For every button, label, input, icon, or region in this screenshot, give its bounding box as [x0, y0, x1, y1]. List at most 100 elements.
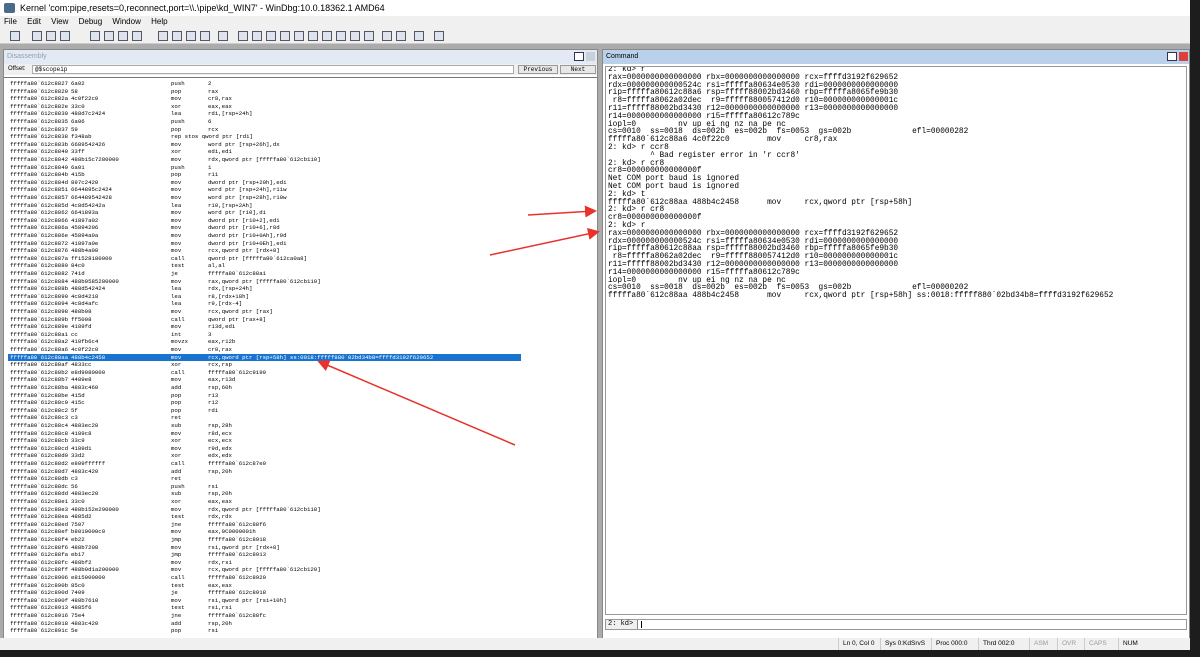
disassembly-row[interactable]: fffffa80`612c883b 6689542426 mov word ptr […: [4, 141, 597, 149]
disassembly-row[interactable]: fffffa80`612c890b 85c0 test eax,eax: [4, 582, 597, 590]
disassembly-row[interactable]: fffffa80`612c88c0 415c pop r12: [4, 399, 597, 407]
disassembly-row[interactable]: fffffa80`612c88c3 c3 ret: [4, 414, 597, 422]
disassembly-row[interactable]: fffffa80`612c8837 59 pop rcx: [4, 126, 597, 134]
toolbar-button-icon[interactable]: [294, 31, 304, 41]
disassembly-row[interactable]: fffffa80`612c88b7 4489e8 mov eax,r13d: [4, 376, 597, 384]
disassembly-row[interactable]: fffffa80`612c88fa eb17 jmp fffffa80`612c891…: [4, 551, 597, 559]
menu-help[interactable]: Help: [147, 16, 171, 28]
disassembly-row[interactable]: fffffa80`612c88af 4833cc xor rcx,rsp: [4, 361, 597, 369]
dock-icon[interactable]: [1167, 52, 1177, 61]
toolbar-button-icon[interactable]: [60, 31, 70, 41]
disassembly-row[interactable]: fffffa80`612c88a6 4c0f22c0 mov cr8,rax: [4, 346, 597, 354]
disassembly-row[interactable]: fffffa80`612c88ef b8010000c0 mov eax,0C0000…: [4, 528, 597, 536]
disassembly-row[interactable]: fffffa80`612c88ed 7507 jne fffffa80`612c88f…: [4, 521, 597, 529]
disassembly-row[interactable]: fffffa80`612c8857 664489542428 mov word ptr…: [4, 194, 597, 202]
disassembly-row[interactable]: fffffa80`612c8827 6a02 push 2: [4, 80, 597, 88]
disassembly-row[interactable]: fffffa80`612c88f6 488b7208 mov rsi,qword pt…: [4, 544, 597, 552]
disassembly-row[interactable]: fffffa80`612c88d7 4883c420 add rsp,20h: [4, 468, 597, 476]
disassembly-row[interactable]: fffffa80`612c88d2 e809ffffff call fffffa80`…: [4, 460, 597, 468]
disassembly-row[interactable]: fffffa80`612c88b2 e8d9080000 call fffffa80`…: [4, 369, 597, 377]
toolbar-button-icon[interactable]: [322, 31, 332, 41]
disassembly-row[interactable]: fffffa80`612c8849 6a01 push 1: [4, 164, 597, 172]
disassembly-row[interactable]: fffffa80`612c88db c3 ret: [4, 475, 597, 483]
toolbar-button-icon[interactable]: [90, 31, 100, 41]
close-icon[interactable]: [1179, 52, 1188, 61]
toolbar-button-icon[interactable]: [172, 31, 182, 41]
toolbar-button-icon[interactable]: [158, 31, 168, 41]
toolbar-button-icon[interactable]: [336, 31, 346, 41]
disassembly-row[interactable]: fffffa80`612c886a 45894206 mov dword ptr [r…: [4, 224, 597, 232]
disassembly-row[interactable]: fffffa80`612c882a 4c0f22c0 mov cr8,rax: [4, 95, 597, 103]
toolbar-button-icon[interactable]: [266, 31, 276, 41]
toolbar-button-icon[interactable]: [118, 31, 128, 41]
disassembly-row[interactable]: fffffa80`612c8884 488b0585280000 mov rax,qw…: [4, 278, 597, 286]
disassembly-row[interactable]: fffffa80`612c88c4 4883ec28 sub rsp,28h: [4, 422, 597, 430]
toolbar-button-icon[interactable]: [238, 31, 248, 41]
menu-debug[interactable]: Debug: [75, 16, 107, 28]
command-input[interactable]: 2: kd>: [605, 619, 1187, 630]
disassembly-row[interactable]: fffffa80`612c8894 4c8d4afc lea r9,[rdx-4]: [4, 300, 597, 308]
disassembly-row[interactable]: fffffa80`612c88c2 5f pop rdi: [4, 407, 597, 415]
disassembly-row[interactable]: fffffa80`612c88cd 4189d1 mov r9d,edx: [4, 445, 597, 453]
toolbar-button-icon[interactable]: [46, 31, 56, 41]
disassembly-row[interactable]: fffffa80`612c88dd 4883ec20 sub rsp,20h: [4, 490, 597, 498]
disassembly-row[interactable]: fffffa80`612c887a ff1528180000 call qword p…: [4, 255, 597, 263]
disassembly-row[interactable]: fffffa80`612c8835 6a06 push 6: [4, 118, 597, 126]
toolbar-button-icon[interactable]: [186, 31, 196, 41]
disassembly-row[interactable]: fffffa80`612c885d 4c8d54242a lea r10,[rsp+2…: [4, 202, 597, 210]
toolbar-button-icon[interactable]: [32, 31, 42, 41]
disassembly-row[interactable]: fffffa80`612c88f4 eb22 jmp fffffa80`612c891…: [4, 536, 597, 544]
disassembly-row[interactable]: fffffa80`612c88a1 cc int 3: [4, 331, 597, 339]
disassembly-row[interactable]: fffffa80`612c884b 415b pop r11: [4, 171, 597, 179]
disassembly-list[interactable]: fffffa80`612c8827 6a02 push 2 fffffa80`612c8…: [4, 77, 597, 639]
disassembly-row[interactable]: fffffa80`612c8872 41897a0e mov dword ptr [r…: [4, 240, 597, 248]
disassembly-row[interactable]: fffffa80`612c884d 897c2420 mov dword ptr [r…: [4, 179, 597, 187]
dock-icon[interactable]: [574, 52, 584, 61]
toolbar-button-icon[interactable]: [10, 31, 20, 41]
toolbar-button-icon[interactable]: [350, 31, 360, 41]
toolbar-button-icon[interactable]: [308, 31, 318, 41]
disassembly-row[interactable]: fffffa80`612c889b ff5008 call qword ptr [ra…: [4, 316, 597, 324]
menu-edit[interactable]: Edit: [23, 16, 45, 28]
next-button[interactable]: Next: [560, 65, 596, 74]
disassembly-row[interactable]: fffffa80`612c8880 84c0 test al,al: [4, 262, 597, 270]
toolbar-button-icon[interactable]: [104, 31, 114, 41]
disassembly-row[interactable]: fffffa80`612c886e 45894a0a mov dword ptr [r…: [4, 232, 597, 240]
disassembly-row[interactable]: fffffa80`612c88ff 488b0d1a290000 mov rcx,qw…: [4, 566, 597, 574]
disassembly-row[interactable]: fffffa80`612c8838 f348ab rep stos qword pt…: [4, 133, 597, 141]
toolbar-button-icon[interactable]: [364, 31, 374, 41]
disassembly-row[interactable]: fffffa80`612c8829 58 pop rax: [4, 88, 597, 96]
disassembly-row[interactable]: fffffa80`612c8876 488b4a08 mov rcx,qword pt…: [4, 247, 597, 255]
disassembly-row[interactable]: fffffa80`612c890d 7409 je fffffa80`612c8918: [4, 589, 597, 597]
disassembly-row[interactable]: fffffa80`612c8906 e815000000 call fffffa80`…: [4, 574, 597, 582]
disassembly-row[interactable]: fffffa80`612c8830 488d7c2424 lea rdi,[rsp+2…: [4, 110, 597, 118]
disassembly-row[interactable]: fffffa80`612c88c8 4189c8 mov r8d,ecx: [4, 430, 597, 438]
window-menu-icon[interactable]: [586, 52, 595, 61]
disassembly-row[interactable]: fffffa80`612c8913 4885f6 test rsi,rsi: [4, 604, 597, 612]
disassembly-row[interactable]: fffffa80`612c88a2 410fb6c4 movzx eax,r12b: [4, 338, 597, 346]
disassembly-row[interactable]: fffffa80`612c8890 4c8d4218 lea r8,[rdx+18h]: [4, 293, 597, 301]
toolbar-button-icon[interactable]: [434, 31, 444, 41]
disassembly-row-selected[interactable]: fffffa80`612c88aa 488b4c2458 mov rcx,qword …: [4, 353, 597, 362]
toolbar-button-icon[interactable]: [200, 31, 210, 41]
disassembly-row[interactable]: fffffa80`612c8862 6641893a mov word ptr [r1…: [4, 209, 597, 217]
toolbar-button-icon[interactable]: [280, 31, 290, 41]
disassembly-row[interactable]: fffffa80`612c8851 6644895c2424 mov word ptr…: [4, 186, 597, 194]
toolbar-button-icon[interactable]: [252, 31, 262, 41]
offset-input[interactable]: @$scopeip: [32, 65, 514, 74]
disassembly-row[interactable]: fffffa80`612c88cb 33c9 xor ecx,ecx: [4, 437, 597, 445]
disassembly-row[interactable]: fffffa80`612c891c 5e pop rsi: [4, 627, 597, 635]
toolbar-button-icon[interactable]: [382, 31, 392, 41]
disassembly-row[interactable]: fffffa80`612c8866 41897a02 mov dword ptr [r…: [4, 217, 597, 225]
disassembly-row[interactable]: fffffa80`612c8898 488b08 mov rcx,qword ptr …: [4, 308, 597, 316]
disassembly-row[interactable]: fffffa80`612c8882 741d je fffffa80`612c88a1: [4, 270, 597, 278]
toolbar-button-icon[interactable]: [218, 31, 228, 41]
disassembly-row[interactable]: fffffa80`612c890f 488b7610 mov rsi,qword pt…: [4, 597, 597, 605]
toolbar-button-icon[interactable]: [396, 31, 406, 41]
disassembly-row[interactable]: fffffa80`612c8916 75e4 jne fffffa80`612c88f…: [4, 612, 597, 620]
disassembly-row[interactable]: fffffa80`612c88e1 33c0 xor eax,eax: [4, 498, 597, 506]
disassembly-row[interactable]: fffffa80`612c88fc 488bf2 mov rdx,rsi: [4, 559, 597, 567]
disassembly-row[interactable]: fffffa80`612c888b 488d542424 lea rdx,[rsp+2…: [4, 285, 597, 293]
disassembly-row[interactable]: fffffa80`612c8842 488b15c7280000 mov rdx,qw…: [4, 156, 597, 164]
previous-button[interactable]: Previous: [518, 65, 558, 74]
